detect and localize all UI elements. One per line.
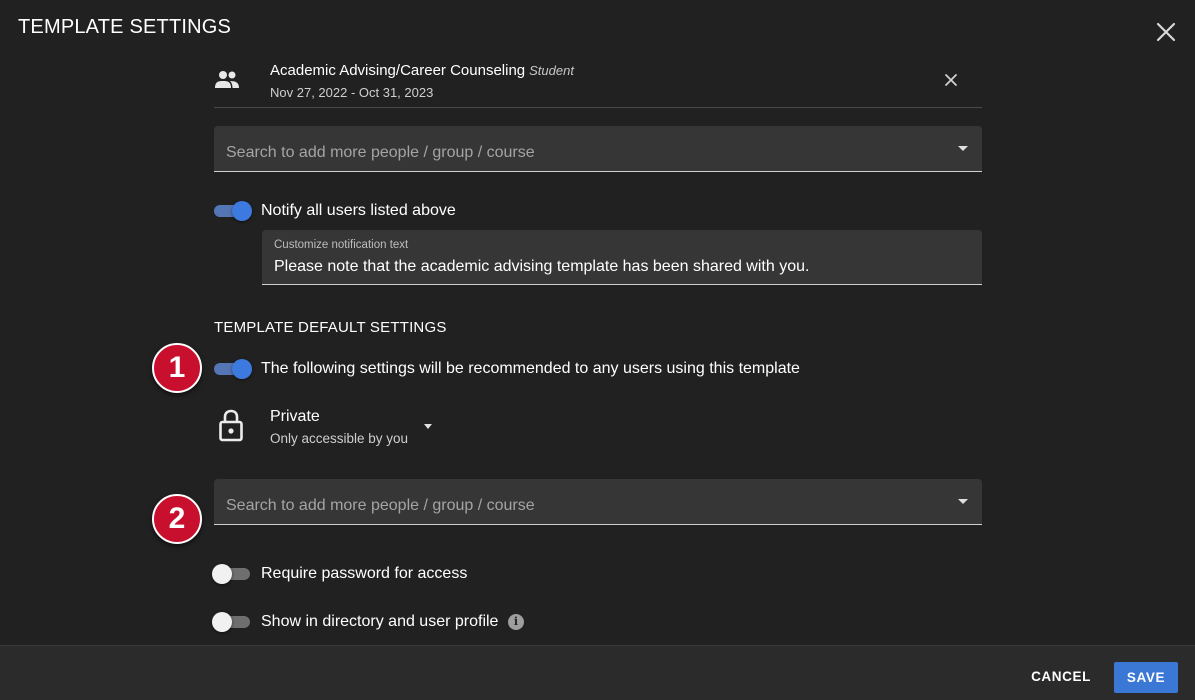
default-share-search-input[interactable]: Search to add more people / group / cour… — [214, 479, 982, 525]
close-dialog-button[interactable] — [1153, 19, 1179, 45]
shared-entry-title: Academic Advising/Career Counseling Stude… — [270, 62, 574, 79]
dialog-title: TEMPLATE SETTINGS — [18, 16, 232, 38]
people-icon — [215, 71, 239, 88]
dropdown-arrow-icon[interactable] — [958, 499, 968, 504]
dropdown-arrow-icon — [424, 424, 432, 429]
shared-entry-row: Academic Advising/Career Counseling Stude… — [214, 56, 982, 108]
notification-text-field[interactable]: Customize notification text Please note … — [262, 230, 982, 285]
lock-icon — [219, 409, 243, 442]
shared-entry-name: Academic Advising/Career Counseling — [270, 62, 526, 79]
show-in-directory-toggle[interactable] — [212, 610, 254, 634]
toggle-thumb — [232, 201, 252, 221]
notify-users-toggle[interactable] — [214, 199, 254, 223]
info-icon[interactable]: i — [508, 614, 524, 630]
require-password-toggle[interactable] — [212, 562, 254, 586]
recommend-settings-label: The following settings will be recommend… — [261, 360, 800, 377]
remove-shared-entry-button[interactable] — [943, 72, 959, 88]
privacy-subtitle: Only accessible by you — [270, 431, 409, 446]
default-share-search-placeholder: Search to add more people / group / cour… — [226, 497, 535, 514]
shared-entry-role: Student — [529, 63, 574, 78]
dropdown-arrow-icon[interactable] — [958, 146, 968, 151]
privacy-selector[interactable]: Private Only accessible by you — [214, 404, 454, 452]
show-in-directory-label: Show in directory and user profile — [261, 613, 499, 630]
dialog-footer: CANCEL SAVE — [0, 645, 1195, 700]
require-password-label: Require password for access — [261, 565, 468, 582]
notification-text-value: Please note that the academic advising t… — [274, 258, 810, 275]
save-button[interactable]: SAVE — [1114, 662, 1178, 693]
notify-users-label: Notify all users listed above — [261, 202, 456, 219]
share-search-input[interactable]: Search to add more people / group / cour… — [214, 126, 982, 172]
close-icon — [945, 74, 957, 86]
step-marker-2: 2 — [152, 494, 202, 544]
notification-text-label: Customize notification text — [274, 239, 409, 251]
share-search-placeholder: Search to add more people / group / cour… — [226, 144, 535, 161]
toggle-thumb — [232, 359, 252, 379]
privacy-title: Private — [270, 408, 320, 425]
shared-entry-dates: Nov 27, 2022 - Oct 31, 2023 — [270, 85, 434, 100]
template-default-settings-heading: TEMPLATE DEFAULT SETTINGS — [214, 319, 447, 336]
close-icon — [1156, 22, 1176, 42]
cancel-button[interactable]: CANCEL — [1025, 662, 1097, 692]
dialog-body: TEMPLATE SETTINGS Academic Advising/Care… — [0, 0, 1195, 645]
toggle-thumb — [212, 612, 232, 632]
step-marker-1: 1 — [152, 343, 202, 393]
recommend-settings-toggle[interactable] — [214, 357, 254, 381]
toggle-thumb — [212, 564, 232, 584]
